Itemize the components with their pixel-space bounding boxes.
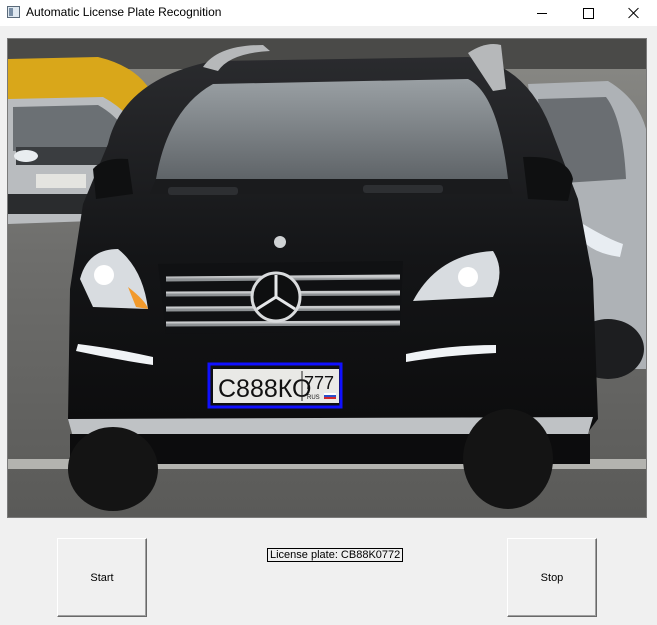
license-plate-status: License plate: CB88K0772	[267, 548, 404, 562]
app-icon	[7, 6, 20, 18]
start-button[interactable]: Start	[57, 538, 147, 617]
plate-country-text: RUS	[307, 395, 320, 401]
close-icon	[628, 7, 640, 19]
car-image: С888КО 777 RUS	[8, 39, 646, 517]
window-title: Automatic License Plate Recognition	[26, 5, 222, 19]
plate-region-text: 777	[304, 373, 334, 393]
minimize-icon	[537, 12, 547, 14]
close-button[interactable]	[611, 0, 657, 26]
minimize-button[interactable]	[519, 0, 565, 26]
stop-button[interactable]: Stop	[507, 538, 597, 617]
plate-number-text: С888КО	[218, 375, 312, 403]
title-bar: Automatic License Plate Recognition	[0, 0, 657, 26]
camera-view: С888КО 777 RUS	[7, 38, 647, 518]
maximize-icon	[582, 7, 594, 19]
maximize-button[interactable]	[565, 0, 611, 26]
